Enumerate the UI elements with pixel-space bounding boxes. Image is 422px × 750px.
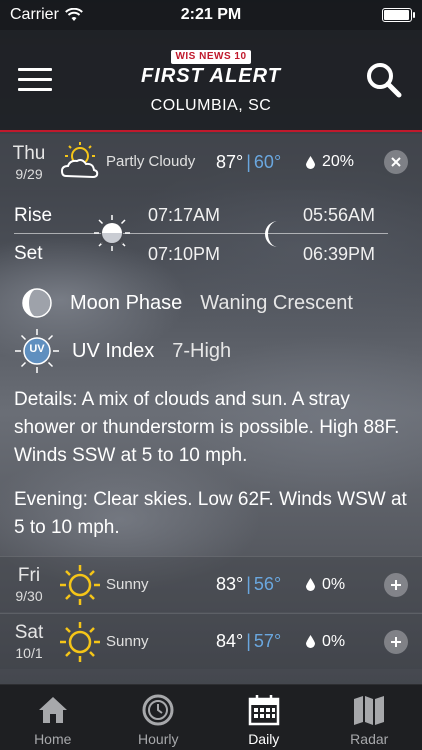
low-temp: 57° bbox=[253, 631, 282, 651]
tab-radar[interactable]: Radar bbox=[317, 685, 422, 750]
status-bar: Carrier 2:21 PM bbox=[0, 0, 422, 30]
station-logo: WIS NEWS 10 FIRST ALERT COLUMBIA, SC bbox=[0, 46, 422, 115]
tab-daily[interactable]: Daily bbox=[211, 685, 317, 750]
day-date: 10/1 bbox=[15, 645, 43, 661]
day-row-forecast[interactable]: Sat 10/1 Sunny 84° | 57° 0% bbox=[0, 613, 422, 669]
day-date: 9/30 bbox=[15, 588, 43, 604]
uv-icon: UV bbox=[14, 328, 60, 374]
rise-label: Rise bbox=[14, 205, 53, 226]
tab-home[interactable]: Home bbox=[0, 685, 106, 750]
calendar-icon bbox=[248, 695, 279, 726]
condition-label: Sunny bbox=[106, 575, 149, 593]
day-row-today[interactable]: Thu 9/29 Partly Cloudy 87° | 60° 20% bbox=[0, 134, 422, 190]
day-details-text: Details: A mix of clouds and sun. A stra… bbox=[14, 389, 400, 466]
tab-bar: Home Hourly Daily Radar bbox=[0, 684, 422, 750]
condition-label: Sunny bbox=[106, 632, 149, 650]
precip-chance: 0% bbox=[306, 633, 345, 651]
tab-label: Radar bbox=[350, 731, 389, 747]
battery-icon bbox=[382, 8, 415, 22]
location-label: COLUMBIA, SC bbox=[150, 97, 272, 114]
sun-icon bbox=[60, 564, 100, 605]
plus-icon bbox=[391, 579, 401, 590]
wifi-icon bbox=[65, 8, 83, 21]
tab-label: Home bbox=[34, 731, 72, 747]
brand-name: FIRST ALERT bbox=[141, 65, 281, 87]
close-icon bbox=[391, 157, 401, 167]
uv-index-value: 7-High bbox=[172, 339, 232, 362]
tab-label: Hourly bbox=[138, 731, 179, 747]
temperature-range: 84° | 57° bbox=[216, 631, 282, 651]
high-temp: 87° bbox=[216, 151, 244, 172]
precip-value: 0% bbox=[322, 575, 346, 593]
app-header: WIS NEWS 10 FIRST ALERT COLUMBIA, SC bbox=[0, 30, 422, 132]
raindrop-icon bbox=[306, 578, 315, 591]
plus-icon bbox=[391, 636, 401, 647]
home-icon bbox=[38, 697, 67, 723]
day-row-forecast[interactable]: Fri 9/30 Sunny 83° | 56° 0% bbox=[0, 556, 422, 612]
moonrise-time: 05:56AM bbox=[303, 205, 376, 225]
temperature-range: 87° | 60° bbox=[216, 151, 282, 172]
evening-details-text: Evening: Clear skies. Low 62F. Winds WSW… bbox=[14, 489, 407, 538]
uv-index-row: UV UV Index 7-High bbox=[14, 328, 231, 374]
moon-phase-label: Moon Phase bbox=[70, 291, 183, 314]
sunset-time: 07:10PM bbox=[148, 244, 221, 264]
day-date: 9/29 bbox=[15, 165, 43, 182]
moon-icon bbox=[265, 221, 278, 247]
collapse-button[interactable] bbox=[384, 150, 408, 174]
search-icon[interactable] bbox=[364, 60, 404, 100]
low-temp: 56° bbox=[253, 574, 282, 594]
partly-cloudy-icon bbox=[60, 142, 99, 179]
day-of-week: Sat bbox=[14, 622, 44, 643]
waning-crescent-icon bbox=[22, 288, 52, 318]
temperature-range: 83° | 56° bbox=[216, 574, 282, 594]
sunrise-time: 07:17AM bbox=[148, 205, 221, 225]
precip-value: 20% bbox=[322, 153, 355, 170]
uv-icon-text: UV bbox=[29, 343, 45, 355]
sun-moon-times: Rise Set 07:17AM 07:10PM 05:56AM 06:39PM bbox=[0, 195, 422, 270]
high-temp: 84° bbox=[216, 631, 244, 651]
day-of-week: Thu bbox=[12, 142, 46, 164]
low-temp: 60° bbox=[253, 151, 282, 172]
tab-hourly[interactable]: Hourly bbox=[106, 685, 212, 750]
precip-chance: 0% bbox=[306, 576, 345, 594]
precip-value: 0% bbox=[322, 632, 346, 650]
carrier-label: Carrier bbox=[10, 6, 59, 23]
raindrop-icon bbox=[306, 635, 315, 648]
carrier-info: Carrier bbox=[10, 6, 83, 24]
raindrop-icon bbox=[306, 155, 315, 169]
station-badge: WIS NEWS 10 bbox=[171, 50, 251, 64]
tab-label: Daily bbox=[248, 731, 280, 747]
day-of-week: Fri bbox=[17, 565, 41, 586]
map-icon bbox=[354, 696, 385, 725]
horizon-line bbox=[14, 233, 388, 234]
high-temp: 83° bbox=[216, 574, 244, 594]
expand-button[interactable] bbox=[384, 629, 408, 654]
moon-phase-row: Moon Phase Waning Crescent bbox=[14, 286, 353, 320]
precip-chance: 20% bbox=[306, 153, 354, 171]
set-label: Set bbox=[14, 243, 43, 264]
condition-label: Partly Cloudy bbox=[106, 153, 196, 170]
expand-button[interactable] bbox=[384, 572, 408, 597]
clock-icon bbox=[142, 694, 174, 726]
moon-phase-value: Waning Crescent bbox=[200, 291, 353, 314]
sun-horizon-icon bbox=[94, 215, 130, 251]
uv-index-label: UV Index bbox=[72, 339, 155, 362]
sun-icon bbox=[60, 621, 100, 662]
moonset-time: 06:39PM bbox=[303, 244, 376, 264]
